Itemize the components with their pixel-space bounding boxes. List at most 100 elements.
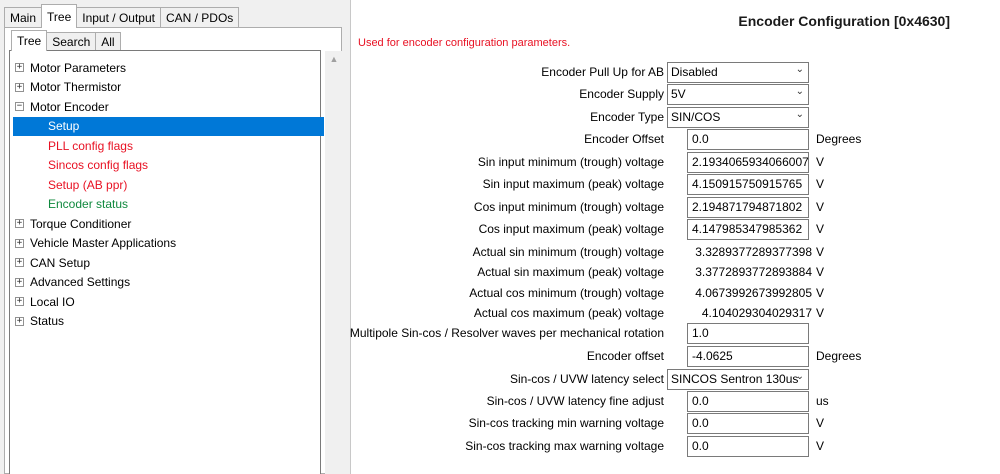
- parameter-dropdown[interactable]: 5V ⌄: [667, 84, 809, 105]
- parameter-input[interactable]: 0.0: [687, 413, 809, 434]
- expand-icon[interactable]: +: [15, 63, 24, 73]
- tab-input-output[interactable]: Input / Output: [76, 7, 161, 28]
- parameter-row: Sin input maximum (peak) voltage 4.150915…: [351, 174, 1000, 195]
- parameter-unit: V: [816, 177, 825, 191]
- parameter-label: Sin-cos / UVW latency fine adjust: [486, 394, 664, 408]
- expand-icon[interactable]: +: [15, 219, 24, 229]
- parameter-dropdown[interactable]: SIN/COS ⌄: [667, 107, 809, 128]
- tree-item-label: Advanced Settings: [30, 275, 131, 290]
- tree-group-item[interactable]: + Motor Parameters: [13, 58, 324, 78]
- parameter-input[interactable]: 4.150915750915765: [687, 174, 809, 195]
- subtab-search[interactable]: Search: [46, 32, 97, 51]
- parameter-unit: V: [816, 245, 825, 259]
- tree-child-item[interactable]: Setup (AB ppr): [13, 175, 324, 195]
- parameter-label: Encoder Type: [590, 110, 664, 124]
- chevron-down-icon[interactable]: ⌄: [796, 371, 804, 382]
- tree-group-item[interactable]: + Vehicle Master Applications: [13, 234, 324, 254]
- tab-can-pdos[interactable]: CAN / PDOs: [159, 7, 240, 28]
- expand-icon[interactable]: +: [15, 297, 24, 307]
- parameter-unit: V: [816, 265, 825, 279]
- parameter-dropdown[interactable]: SINCOS Sentron 130us ⌄: [667, 369, 809, 390]
- parameter-row: Cos input minimum (trough) voltage 2.1948…: [351, 197, 1000, 218]
- parameter-unit: V: [816, 306, 825, 320]
- expand-icon[interactable]: +: [15, 258, 24, 268]
- tree-tab-panel: Tree Search All + Motor Parameters + Motor …: [4, 27, 342, 474]
- tree-group-item[interactable]: + Status: [13, 312, 324, 332]
- parameter-unit: Degrees: [816, 349, 862, 363]
- tree-item-label: Setup: [48, 119, 80, 134]
- parameter-row: Cos input maximum (peak) voltage 4.147985…: [351, 219, 1000, 240]
- parameter-label: Encoder Supply: [579, 87, 664, 101]
- page-title: Encoder Configuration [0x4630]: [738, 13, 950, 29]
- dropdown-value: SINCOS Sentron 130us: [671, 372, 799, 386]
- subtab-tree[interactable]: Tree: [11, 30, 48, 51]
- tree-item-label: Motor Parameters: [30, 60, 127, 75]
- expand-icon[interactable]: +: [15, 238, 24, 248]
- tree-child-item[interactable]: Encoder status: [13, 195, 324, 215]
- parameter-readonly-value: 4.104029304029317: [701, 306, 812, 320]
- tree-item-label: Sincos config flags: [48, 158, 149, 173]
- tree-group-item[interactable]: + Motor Thermistor: [13, 78, 324, 98]
- tree-group-item[interactable]: + CAN Setup: [13, 253, 324, 273]
- sub-tab-strip: Tree Search All: [11, 30, 121, 51]
- parameter-unit: V: [816, 286, 825, 300]
- parameter-row: Encoder Pull Up for AB Disabled ⌄: [351, 62, 1000, 83]
- tree-child-item[interactable]: Setup: [13, 116, 324, 136]
- parameter-input[interactable]: 0.0: [687, 391, 809, 412]
- parameter-label: Sin-cos tracking min warning voltage: [468, 416, 664, 430]
- parameter-input[interactable]: 0.0: [687, 129, 809, 150]
- parameter-input[interactable]: 0.0: [687, 436, 809, 457]
- tree-group-item[interactable]: + Local IO: [13, 292, 324, 312]
- parameter-row: Actual sin maximum (peak) voltage 3.37728…: [351, 262, 1000, 283]
- tree-group-item[interactable]: + Torque Conditioner: [13, 214, 324, 234]
- expand-icon[interactable]: +: [15, 277, 24, 287]
- chevron-down-icon[interactable]: ⌄: [796, 109, 804, 120]
- parameter-input[interactable]: 2.1934065934066007: [687, 152, 809, 173]
- tree-item-label: Setup (AB ppr): [48, 177, 128, 192]
- parameter-input[interactable]: 4.147985347985362: [687, 219, 809, 240]
- tab-tree[interactable]: Tree: [41, 4, 78, 28]
- tree-child-item[interactable]: PLL config flags: [13, 136, 324, 156]
- tree-group-item[interactable]: − Motor Encoder: [13, 97, 324, 117]
- expand-icon[interactable]: +: [15, 82, 24, 92]
- parameter-input[interactable]: 1.0: [687, 323, 809, 344]
- scroll-up-arrow-icon[interactable]: ▲: [329, 55, 339, 64]
- tree-group-item[interactable]: + Advanced Settings: [13, 273, 324, 293]
- parameter-label: Cos input minimum (trough) voltage: [473, 200, 664, 214]
- parameter-row: Sin-cos / UVW latency fine adjust 0.0 us: [351, 391, 1000, 412]
- parameter-row: Actual sin minimum (trough) voltage 3.328…: [351, 242, 1000, 263]
- parameter-unit: V: [816, 222, 825, 236]
- parameter-label: Actual sin minimum (trough) voltage: [472, 245, 664, 259]
- parameter-row: Sin-cos tracking max warning voltage 0.0 V: [351, 436, 1000, 457]
- tree-item-label: Motor Thermistor: [30, 80, 122, 95]
- parameter-label: Actual cos maximum (peak) voltage: [473, 306, 664, 320]
- parameter-row: Encoder offset -4.0625 Degrees: [351, 346, 1000, 367]
- tab-main[interactable]: Main: [4, 7, 43, 28]
- tree-scrollbar[interactable]: ▲: [325, 51, 342, 474]
- parameter-row: Actual cos maximum (peak) voltage 4.10402…: [351, 303, 1000, 324]
- page-description: Used for encoder configuration parameter…: [358, 37, 571, 49]
- tree-item-label: Vehicle Master Applications: [30, 236, 177, 251]
- parameter-input[interactable]: -4.0625: [687, 346, 809, 367]
- chevron-down-icon[interactable]: ⌄: [796, 86, 804, 97]
- parameter-label: Encoder offset: [586, 349, 664, 363]
- parameter-label: Sin input maximum (peak) voltage: [482, 177, 664, 191]
- tree-child-item[interactable]: Sincos config flags: [13, 156, 324, 176]
- tree-item-label: Motor Encoder: [30, 99, 109, 114]
- parameter-row: Encoder Type SIN/COS ⌄: [351, 107, 1000, 128]
- parameter-dropdown[interactable]: Disabled ⌄: [667, 62, 809, 83]
- tree-item-label: Status: [30, 314, 65, 329]
- parameter-row: Actual cos minimum (trough) voltage 4.067…: [351, 283, 1000, 304]
- dropdown-value: Disabled: [671, 65, 718, 79]
- parameter-readonly-value: 4.0673992673992805: [695, 286, 812, 300]
- chevron-down-icon[interactable]: ⌄: [796, 64, 804, 75]
- parameter-row: Encoder Offset 0.0 Degrees: [351, 129, 1000, 150]
- expand-icon[interactable]: +: [15, 316, 24, 326]
- parameter-label: Actual cos minimum (trough) voltage: [469, 286, 664, 300]
- parameter-label: Sin-cos / UVW latency select: [509, 372, 664, 386]
- parameter-input[interactable]: 2.194871794871802: [687, 197, 809, 218]
- parameter-label: Multipole Sin-cos / Resolver waves per m…: [349, 326, 664, 340]
- parameter-row: Sin-cos tracking min warning voltage 0.0 V: [351, 413, 1000, 434]
- subtab-all[interactable]: All: [95, 32, 121, 51]
- collapse-icon[interactable]: −: [15, 102, 24, 112]
